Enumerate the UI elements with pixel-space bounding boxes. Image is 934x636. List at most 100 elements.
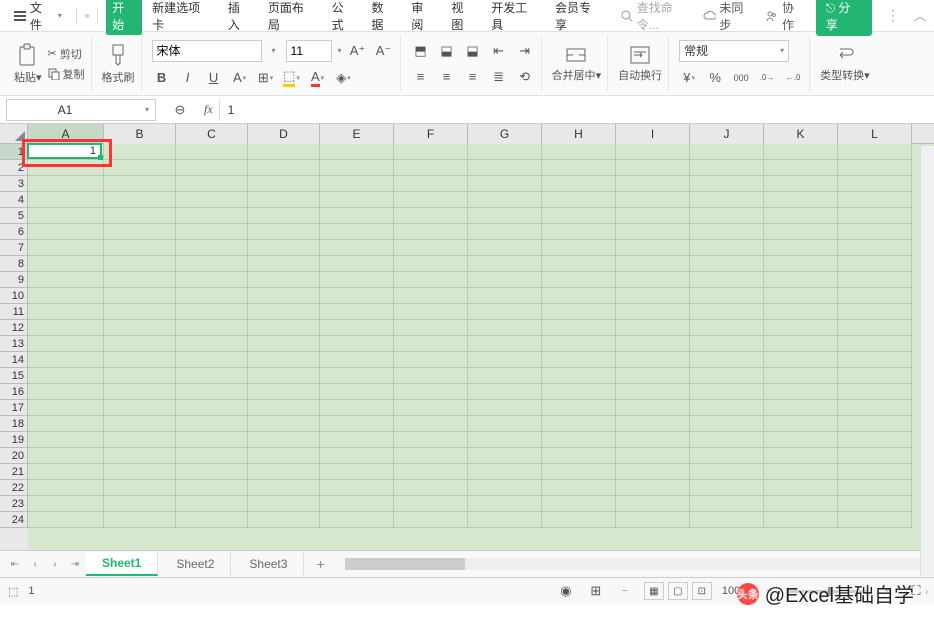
align-center-icon[interactable]: ≡ <box>437 67 457 87</box>
merge-button[interactable]: 合并居中▾ <box>552 45 602 83</box>
row-header-15[interactable]: 15 <box>0 368 28 384</box>
row-header-9[interactable]: 9 <box>0 272 28 288</box>
cut-button[interactable]: ✂剪切 <box>48 46 85 62</box>
tab-layout[interactable]: 页面布局 <box>262 0 322 37</box>
sheet-tab-1[interactable]: Sheet1 <box>86 552 158 576</box>
underline-icon[interactable]: U <box>204 68 224 88</box>
row-header-14[interactable]: 14 <box>0 352 28 368</box>
view-break-icon[interactable]: ⊡ <box>692 582 712 600</box>
align-right-icon[interactable]: ≡ <box>463 67 483 87</box>
row-header-13[interactable]: 13 <box>0 336 28 352</box>
col-header-B[interactable]: B <box>104 124 176 144</box>
tab-insert[interactable]: 插入 <box>222 0 258 37</box>
formula-input[interactable]: 1 <box>219 99 934 121</box>
cancel-icon[interactable]: ⊖ <box>170 100 190 120</box>
percent-icon[interactable]: % <box>705 68 725 88</box>
font-size-input[interactable] <box>286 40 332 62</box>
select-all-corner[interactable] <box>0 124 28 144</box>
vertical-scrollbar[interactable] <box>920 146 934 576</box>
zoom-minus-icon[interactable]: − <box>760 582 778 600</box>
copy-button[interactable]: 复制 <box>48 66 85 82</box>
zoom-label[interactable]: 100% <box>722 585 750 597</box>
align-top-icon[interactable]: ⬒ <box>411 41 431 61</box>
view-page-icon[interactable]: ▢ <box>668 582 688 600</box>
overflow-icon[interactable]: » <box>85 11 89 20</box>
comma-icon[interactable]: 000 <box>731 68 751 88</box>
tab-formula[interactable]: 公式 <box>326 0 362 37</box>
paste-button[interactable]: 粘贴▾ <box>14 43 42 85</box>
format-painter-button[interactable]: 格式刷 <box>102 43 135 85</box>
decrease-font-icon[interactable]: A⁻ <box>374 41 394 61</box>
indent-inc-icon[interactable]: ⇥ <box>515 41 535 61</box>
name-box[interactable]: A1 <box>6 99 156 121</box>
type-convert-button[interactable]: 类型转换▾ <box>820 45 870 83</box>
row-header-11[interactable]: 11 <box>0 304 28 320</box>
col-header-E[interactable]: E <box>320 124 394 144</box>
row-header-7[interactable]: 7 <box>0 240 28 256</box>
hscroll-thumb[interactable] <box>345 558 465 570</box>
fx-icon[interactable]: fx <box>198 102 219 117</box>
more-icon[interactable]: ⋮ <box>882 7 904 24</box>
sheet-nav-last[interactable]: ⇥ <box>66 555 84 573</box>
tab-newtab[interactable]: 新建选项卡 <box>146 0 218 37</box>
row-header-23[interactable]: 23 <box>0 496 28 512</box>
orientation-icon[interactable]: ⟲ <box>515 67 535 87</box>
chevron-down-icon[interactable]: ▾ <box>338 46 342 55</box>
italic-icon[interactable]: I <box>178 68 198 88</box>
sheet-tab-3[interactable]: Sheet3 <box>233 553 304 575</box>
currency-icon[interactable]: ¥ <box>679 68 699 88</box>
tab-start[interactable]: 开始 <box>106 0 142 35</box>
tab-review[interactable]: 审阅 <box>405 0 441 37</box>
row-header-10[interactable]: 10 <box>0 288 28 304</box>
strikethrough-icon[interactable]: A <box>230 68 250 88</box>
col-header-C[interactable]: C <box>176 124 248 144</box>
command-search[interactable]: 查找命令... <box>621 0 695 33</box>
sheet-tab-2[interactable]: Sheet2 <box>160 553 231 575</box>
tab-data[interactable]: 数据 <box>366 0 402 37</box>
sheet-nav-prev[interactable]: ‹ <box>26 555 44 573</box>
cells-area[interactable]: 1 <box>28 144 934 550</box>
col-header-A[interactable]: A <box>28 124 104 144</box>
col-header-K[interactable]: K <box>764 124 838 144</box>
font-color-icon[interactable]: A <box>308 68 328 88</box>
view-normal-icon[interactable]: ▦ <box>644 582 664 600</box>
coop-button[interactable]: 协作 <box>765 0 806 33</box>
row-header-22[interactable]: 22 <box>0 480 28 496</box>
align-bottom-icon[interactable]: ⬓ <box>463 41 483 61</box>
row-header-12[interactable]: 12 <box>0 320 28 336</box>
effects-icon[interactable]: ◈ <box>334 68 354 88</box>
row-header-20[interactable]: 20 <box>0 448 28 464</box>
increase-font-icon[interactable]: A⁺ <box>348 41 368 61</box>
row-header-2[interactable]: 2 <box>0 160 28 176</box>
font-name-input[interactable] <box>152 40 262 62</box>
indent-dec-icon[interactable]: ⇤ <box>489 41 509 61</box>
row-header-18[interactable]: 18 <box>0 416 28 432</box>
sheet-nav-first[interactable]: ⇤ <box>6 555 24 573</box>
row-header-17[interactable]: 17 <box>0 400 28 416</box>
row-header-1[interactable]: 1 <box>0 144 28 160</box>
share-button[interactable]: ⎋分享 <box>816 0 872 36</box>
unsync-button[interactable]: 未同步 <box>703 0 756 33</box>
tab-member[interactable]: 会员专享 <box>549 0 609 37</box>
row-header-8[interactable]: 8 <box>0 256 28 272</box>
col-header-J[interactable]: J <box>690 124 764 144</box>
horizontal-scrollbar[interactable] <box>345 558 920 570</box>
row-header-24[interactable]: 24 <box>0 512 28 528</box>
col-header-G[interactable]: G <box>468 124 542 144</box>
tab-dev[interactable]: 开发工具 <box>485 0 545 37</box>
wrap-button[interactable]: 自动换行 <box>618 45 662 83</box>
row-header-4[interactable]: 4 <box>0 192 28 208</box>
col-header-I[interactable]: I <box>616 124 690 144</box>
justify-icon[interactable]: ≣ <box>489 67 509 87</box>
col-header-L[interactable]: L <box>838 124 912 144</box>
tab-view[interactable]: 视图 <box>445 0 481 37</box>
zoom-out-icon[interactable]: − <box>616 582 634 600</box>
row-header-3[interactable]: 3 <box>0 176 28 192</box>
inc-decimal-icon[interactable]: .0→ <box>757 68 777 88</box>
row-header-16[interactable]: 16 <box>0 384 28 400</box>
col-header-H[interactable]: H <box>542 124 616 144</box>
row-header-6[interactable]: 6 <box>0 224 28 240</box>
align-left-icon[interactable]: ≡ <box>411 67 431 87</box>
view-grid-icon[interactable]: ⊞ <box>586 581 606 601</box>
zoom-slider[interactable] <box>788 590 868 593</box>
